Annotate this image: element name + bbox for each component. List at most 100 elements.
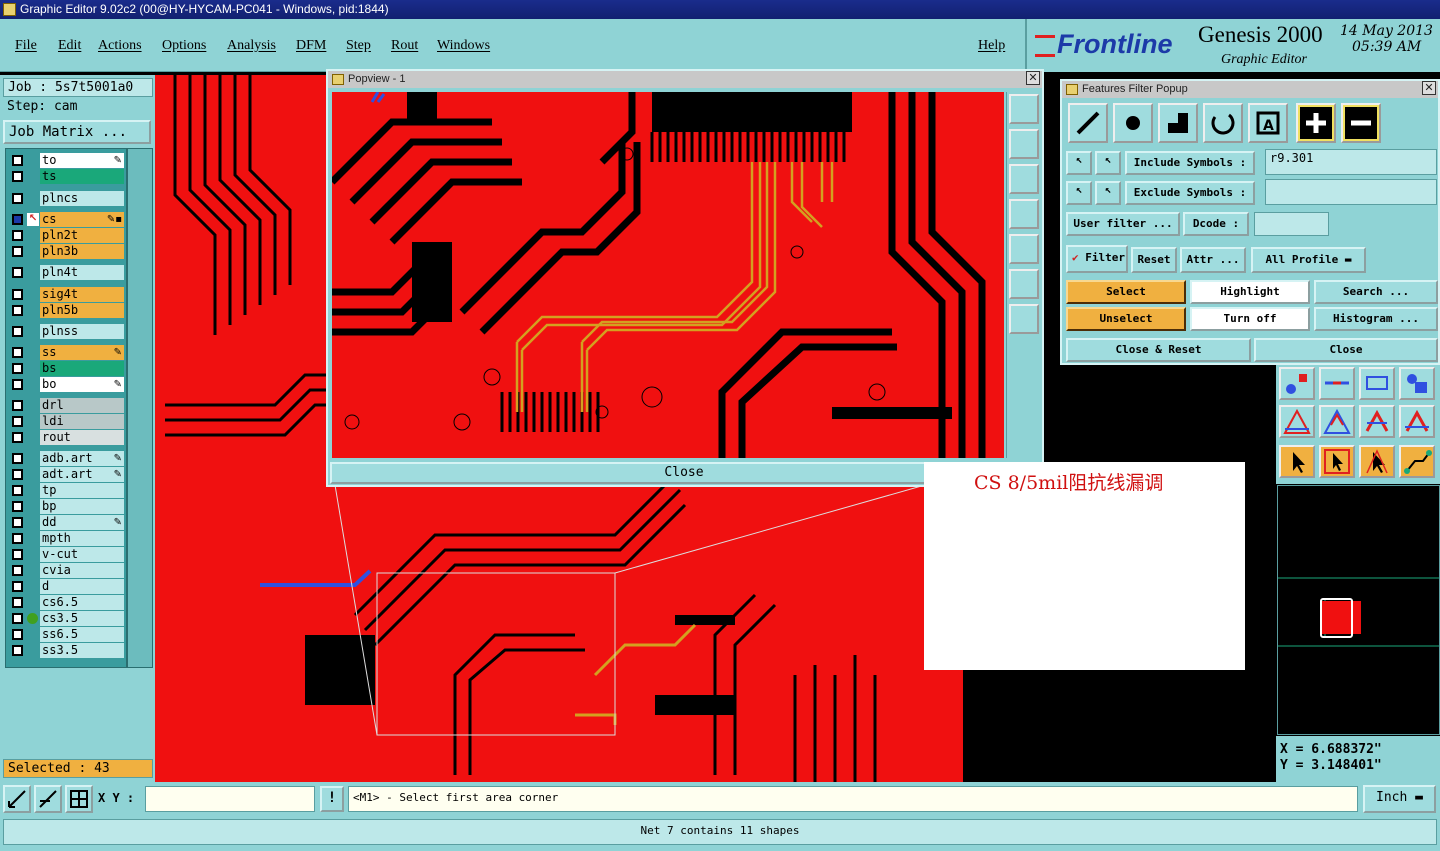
pointer-tool-icon[interactable]	[1279, 445, 1315, 478]
highlight-button[interactable]: Highlight	[1190, 280, 1310, 304]
pointer-box-icon[interactable]	[1319, 445, 1355, 478]
measure-tool-icon[interactable]	[1359, 367, 1395, 400]
zoom-in-icon[interactable]	[1009, 269, 1039, 299]
layer-visibility-checkbox[interactable]	[12, 501, 23, 512]
layer-name[interactable]: bo	[40, 377, 124, 392]
reset-button[interactable]: Reset	[1131, 247, 1177, 273]
exclude-symbols-input[interactable]	[1265, 179, 1437, 205]
shapes-tool-icon[interactable]	[1399, 367, 1435, 400]
layer-name[interactable]: drl	[40, 398, 124, 413]
layer-name[interactable]: tp	[40, 483, 124, 498]
layer-name[interactable]: ss	[40, 345, 124, 360]
menu-step[interactable]: Step	[346, 38, 371, 54]
layer-row[interactable]: ss3.5	[6, 643, 128, 658]
layer-name[interactable]: ss3.5	[40, 643, 124, 658]
layer-name[interactable]: v-cut	[40, 547, 124, 562]
layer-name[interactable]: to	[40, 153, 124, 168]
layer-visibility-checkbox[interactable]	[12, 326, 23, 337]
layer-row[interactable]: ss6.5	[6, 627, 128, 642]
layer-visibility-checkbox[interactable]	[12, 645, 23, 656]
layer-visibility-checkbox[interactable]	[12, 597, 23, 608]
pan-left-icon[interactable]	[1009, 199, 1039, 229]
menu-actions[interactable]: Actions	[98, 38, 142, 54]
menu-edit[interactable]: Edit	[58, 38, 81, 54]
popview-canvas[interactable]	[332, 92, 1004, 458]
pad-feature-icon[interactable]	[1113, 103, 1153, 143]
layer-visibility-checkbox[interactable]	[12, 347, 23, 358]
layer-visibility-checkbox[interactable]	[12, 629, 23, 640]
menu-windows[interactable]: Windows	[437, 38, 490, 54]
layer-name[interactable]: ss6.5	[40, 627, 124, 642]
layer-visibility-checkbox[interactable]	[12, 400, 23, 411]
turn-off-button[interactable]: Turn off	[1190, 307, 1310, 331]
layer-visibility-checkbox[interactable]	[12, 453, 23, 464]
dcode-input[interactable]	[1254, 212, 1329, 236]
units-select[interactable]: Inch ▬	[1363, 785, 1436, 813]
snap-center-icon[interactable]	[1319, 405, 1355, 438]
include-symbols-label[interactable]: Include Symbols :	[1125, 151, 1255, 175]
exclude-arrow-icon[interactable]: ↖	[1066, 181, 1092, 205]
layer-name[interactable]: adt.art	[40, 467, 124, 482]
filter-toggle[interactable]: ✔ Filter	[1066, 245, 1128, 273]
layer-name[interactable]: cs3.5	[40, 611, 124, 626]
trace-tool-icon[interactable]	[1319, 367, 1355, 400]
layer-row[interactable]: sig4t	[6, 287, 128, 302]
job-matrix-button[interactable]: Job Matrix ...	[3, 120, 151, 144]
layer-visibility-checkbox[interactable]	[12, 565, 23, 576]
layer-name[interactable]: pln4t	[40, 265, 124, 280]
search-button[interactable]: Search ...	[1314, 280, 1438, 304]
layer-visibility-checkbox[interactable]	[12, 613, 23, 624]
include-symbols-input[interactable]: r9.301	[1265, 149, 1437, 175]
layer-visibility-checkbox[interactable]	[12, 171, 23, 182]
layer-visibility-checkbox[interactable]	[12, 214, 23, 225]
layer-row[interactable]: mpth	[6, 531, 128, 546]
text-feature-icon[interactable]: A	[1248, 103, 1288, 143]
popview-close-icon[interactable]: ✕	[1026, 71, 1040, 85]
layer-row[interactable]: bo ✎	[6, 377, 128, 392]
pointer-snap-icon[interactable]	[1359, 445, 1395, 478]
layer-row[interactable]: rout	[6, 430, 128, 445]
zoom-home-icon[interactable]	[1009, 94, 1039, 124]
menu-dfm[interactable]: DFM	[296, 38, 326, 54]
layer-visibility-checkbox[interactable]	[12, 549, 23, 560]
layer-row[interactable]: ↖ cs ✎▪	[6, 212, 128, 227]
layer-name[interactable]: adb.art	[40, 451, 124, 466]
layer-row[interactable]: tp	[6, 483, 128, 498]
menu-rout[interactable]: Rout	[391, 38, 418, 54]
xy-input[interactable]	[145, 786, 315, 812]
layer-row[interactable]: cs3.5	[6, 611, 128, 626]
filter-close-button[interactable]: Close	[1254, 338, 1438, 362]
layer-visibility-checkbox[interactable]	[12, 193, 23, 204]
layer-visibility-checkbox[interactable]	[12, 289, 23, 300]
layer-name[interactable]: pln3b	[40, 244, 124, 259]
layer-visibility-checkbox[interactable]	[12, 581, 23, 592]
layer-visibility-checkbox[interactable]	[12, 267, 23, 278]
layer-row[interactable]: adt.art ✎	[6, 467, 128, 482]
popview-pcb[interactable]	[332, 92, 1004, 458]
layer-name[interactable]: bp	[40, 499, 124, 514]
layer-visibility-checkbox[interactable]	[12, 246, 23, 257]
alert-icon[interactable]: !	[320, 786, 344, 812]
layer-name[interactable]: plnss	[40, 324, 124, 339]
pan-right-icon[interactable]	[1009, 234, 1039, 264]
snap-tool-icon[interactable]	[1279, 405, 1315, 438]
layer-row[interactable]: drl	[6, 398, 128, 413]
close-reset-button[interactable]: Close & Reset	[1066, 338, 1251, 362]
grid-icon[interactable]	[65, 785, 93, 813]
measure-icon[interactable]	[34, 785, 62, 813]
layer-name[interactable]: ts	[40, 169, 124, 184]
layer-visibility-checkbox[interactable]	[12, 517, 23, 528]
include-arrow-icon[interactable]: ↖	[1066, 151, 1092, 175]
select-button[interactable]: Select	[1066, 280, 1186, 304]
layer-visibility-checkbox[interactable]	[12, 379, 23, 390]
layer-visibility-checkbox[interactable]	[12, 416, 23, 427]
layer-row[interactable]: bp	[6, 499, 128, 514]
menu-options[interactable]: Options	[162, 38, 206, 54]
positive-polarity-icon[interactable]	[1296, 103, 1336, 143]
layer-scrollbar[interactable]	[127, 148, 153, 668]
layer-row[interactable]: ts	[6, 169, 128, 184]
layer-row[interactable]: pln2t	[6, 228, 128, 243]
surface-feature-icon[interactable]	[1158, 103, 1198, 143]
layer-visibility-checkbox[interactable]	[12, 469, 23, 480]
snap-edge-icon[interactable]	[1359, 405, 1395, 438]
